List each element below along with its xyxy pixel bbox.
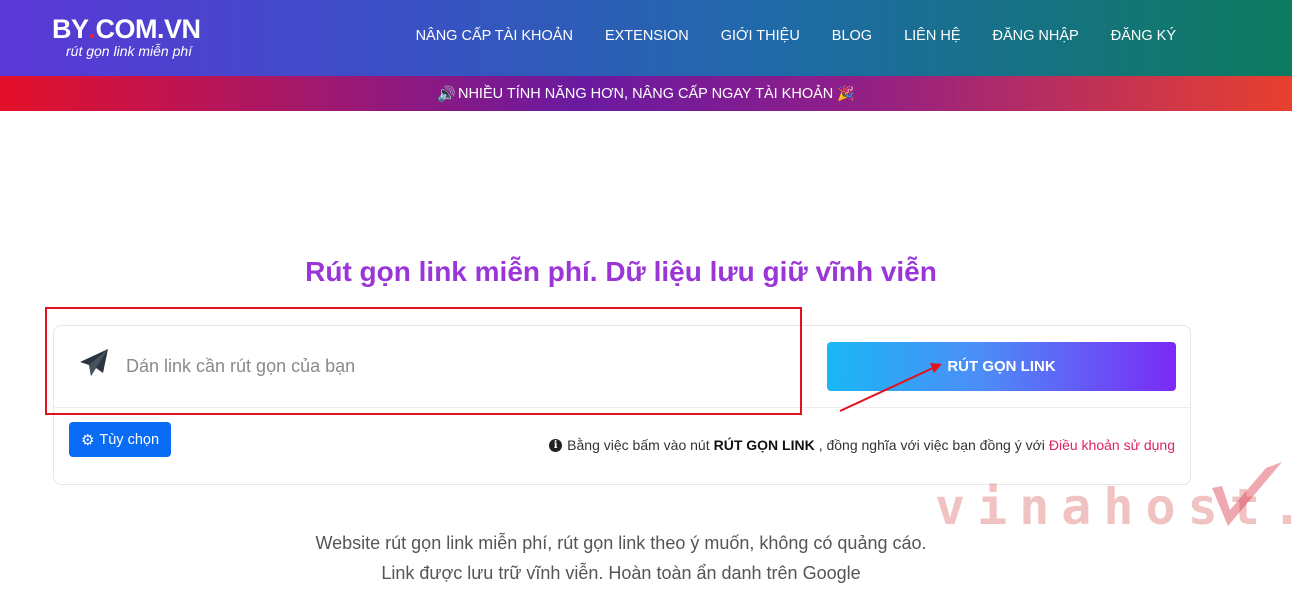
logo-wordmark: BY. COM.VN	[52, 14, 201, 44]
terms-prefix: Bằng việc bấm vào nút	[567, 437, 710, 453]
nav-register[interactable]: ĐĂNG KÝ	[1095, 28, 1192, 44]
main-nav: NÂNG CẤP TÀI KHOẢN EXTENSION GIỚI THIỆU …	[400, 28, 1192, 44]
page-headline: Rút gọn link miễn phí. Dữ liệu lưu giữ v…	[305, 256, 937, 287]
promo-text: NHIỀU TÍNH NĂNG HƠN, NÂNG CẤP NGAY TÀI K…	[457, 85, 834, 102]
gear-icon: ⚙	[80, 431, 95, 449]
info-circle-icon: i	[549, 438, 563, 452]
options-button[interactable]: ⚙ Tùy chọn	[69, 422, 171, 457]
annotation-arrow-icon	[839, 363, 942, 412]
terms-bold: RÚT GỌN LINK	[713, 437, 815, 453]
terms-of-use-link[interactable]: Điều khoản sử dụng	[1049, 437, 1175, 453]
logo-text-by: BY	[52, 14, 89, 44]
site-description: Website rút gọn link miễn phí, rút gọn l…	[0, 528, 1242, 588]
watermark-check-icon	[1212, 462, 1282, 526]
logo-dot: .	[88, 14, 97, 44]
nav-about[interactable]: GIỚI THIỆU	[705, 28, 816, 44]
logo-text-domain: COM.VN	[95, 14, 202, 44]
nav-login[interactable]: ĐĂNG NHẬP	[977, 28, 1095, 44]
promo-banner[interactable]: 🔊 NHIỀU TÍNH NĂNG HƠN, NÂNG CẤP NGAY TÀI…	[0, 76, 1292, 111]
options-button-label: Tùy chọn	[99, 431, 160, 448]
terms-middle: , đồng nghĩa với việc bạn đồng ý với	[818, 437, 1045, 453]
nav-contact[interactable]: LIÊN HỆ	[888, 28, 976, 44]
nav-blog[interactable]: BLOG	[816, 28, 888, 44]
logo-tagline: rút gọn link miễn phí	[66, 43, 193, 59]
annotation-highlight-box	[45, 307, 802, 415]
party-popper-icon: 🎉	[837, 85, 855, 101]
description-line-2: Link được lưu trữ vĩnh viễn. Hoàn toàn ẩ…	[381, 563, 861, 583]
site-header: BY. COM.VN rút gọn link miễn phí NÂNG CẤP…	[0, 0, 1292, 76]
nav-extension[interactable]: EXTENSION	[589, 28, 705, 44]
terms-notice: i Bằng việc bấm vào nút RÚT GỌN LINK , đ…	[549, 437, 1175, 453]
nav-upgrade-account[interactable]: NÂNG CẤP TÀI KHOẢN	[400, 28, 589, 44]
site-logo[interactable]: BY. COM.VN rút gọn link miễn phí	[52, 14, 201, 59]
speaker-icon: 🔊	[437, 85, 456, 103]
